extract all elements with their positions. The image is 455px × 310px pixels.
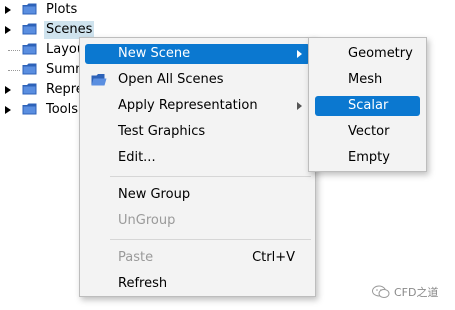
- submenu-item-label: Geometry: [348, 46, 413, 61]
- submenu-item-geometry[interactable]: Geometry: [315, 44, 420, 64]
- menu-item-edit[interactable]: Edit...: [85, 148, 310, 168]
- menu-item-label: Test Graphics: [118, 124, 206, 139]
- tree-connector: [8, 70, 20, 71]
- submenu-item-scalar[interactable]: Scalar: [315, 96, 420, 116]
- submenu-arrow-icon: [297, 102, 302, 110]
- app-window: Plots Scenes Layou Summ Repre Tools New …: [0, 0, 455, 310]
- shortcut-label: Ctrl+V: [252, 250, 295, 265]
- menu-item-label: Open All Scenes: [118, 72, 224, 87]
- submenu-arrow-icon: [297, 50, 302, 58]
- folder-icon: [22, 43, 37, 55]
- folder-icon: [22, 23, 37, 35]
- expand-arrow-icon[interactable]: [5, 26, 11, 34]
- submenu-item-empty[interactable]: Empty: [315, 148, 420, 168]
- menu-item-label: New Scene: [118, 46, 191, 61]
- folder-icon: [22, 103, 37, 115]
- submenu-item-label: Vector: [348, 124, 390, 139]
- expand-arrow-icon[interactable]: [5, 86, 11, 94]
- submenu-item-label: Mesh: [348, 72, 383, 87]
- tree-connector: [8, 50, 20, 51]
- menu-item-apply-representation[interactable]: Apply Representation: [85, 96, 310, 116]
- wechat-icon: [372, 285, 390, 298]
- watermark: CFD之道: [372, 282, 438, 302]
- menu-item-label: Edit...: [118, 150, 156, 165]
- context-menu: New Scene Open All Scenes Apply Represen…: [79, 37, 316, 297]
- menu-item-label: New Group: [118, 187, 191, 202]
- menu-item-label: Paste: [118, 250, 154, 265]
- menu-item-paste[interactable]: Paste Ctrl+V: [85, 248, 310, 268]
- folder-icon: [22, 83, 37, 95]
- menu-item-label: Apply Representation: [118, 98, 258, 113]
- menu-item-test-graphics[interactable]: Test Graphics: [85, 122, 310, 142]
- watermark-text: CFD之道: [394, 286, 439, 299]
- folder-icon: [22, 3, 37, 15]
- menu-separator: [110, 176, 311, 177]
- menu-item-label: Refresh: [118, 276, 168, 291]
- submenu-item-mesh[interactable]: Mesh: [315, 70, 420, 90]
- menu-item-new-scene[interactable]: New Scene: [85, 44, 310, 64]
- submenu-item-label: Scalar: [348, 98, 389, 113]
- folder-icon: [22, 63, 37, 75]
- menu-item-new-group[interactable]: New Group: [85, 185, 310, 205]
- submenu-item-vector[interactable]: Vector: [315, 122, 420, 142]
- menu-item-open-all-scenes[interactable]: Open All Scenes: [85, 70, 310, 90]
- expand-arrow-icon[interactable]: [5, 106, 11, 114]
- folder-open-icon: [91, 74, 107, 86]
- expand-arrow-icon[interactable]: [5, 6, 11, 14]
- menu-separator: [110, 239, 311, 240]
- menu-item-ungroup[interactable]: UnGroup: [85, 211, 310, 231]
- menu-item-label: UnGroup: [118, 213, 176, 228]
- menu-item-refresh[interactable]: Refresh: [85, 274, 310, 294]
- new-scene-submenu: Geometry Mesh Scalar Vector Empty: [308, 37, 427, 172]
- tree-item-label: Tools: [46, 102, 79, 117]
- submenu-item-label: Empty: [348, 150, 390, 165]
- tree-item-label: Plots: [46, 2, 78, 17]
